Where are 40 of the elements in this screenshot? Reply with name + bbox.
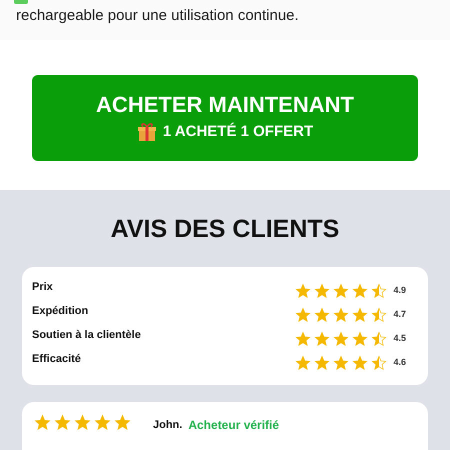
star-icon (352, 307, 368, 323)
half-star-icon (371, 355, 388, 371)
rating-score: 4.5 (393, 332, 406, 346)
star-icon (333, 331, 350, 347)
star-icon (295, 331, 312, 347)
rating-label: Prix (32, 280, 53, 295)
star-icon (295, 355, 312, 371)
star-icon (314, 355, 330, 371)
description-text: rechargeable pour une utilisation continue. (16, 6, 300, 26)
star-icon (114, 414, 131, 431)
rating-score: 4.9 (393, 284, 406, 298)
star-icon (295, 283, 312, 299)
buy-now-button[interactable]: ACHETER MAINTENANT 1 ACHETÉ 1 OFFERT (32, 74, 418, 160)
star-icon (295, 307, 312, 323)
half-star-icon (371, 331, 388, 347)
reviewer-name: John. (153, 418, 182, 433)
star-icon (333, 307, 350, 323)
star-icon (333, 283, 350, 299)
rating-score: 4.7 (393, 308, 406, 322)
star-icon (314, 283, 330, 299)
rating-score: 4.6 (393, 356, 406, 370)
star-icon (352, 283, 368, 299)
star-icon (314, 307, 330, 323)
rating-label: Soutien à la clientèle (32, 328, 141, 343)
section-title: AVIS DES CLIENTS (110, 214, 340, 245)
star-icon (352, 331, 368, 347)
star-icon (333, 355, 350, 371)
half-star-icon (371, 283, 388, 299)
star-icon (54, 414, 71, 431)
star-icon (34, 414, 51, 431)
offer-text: 1 ACHETÉ 1 OFFERT (162, 124, 314, 139)
star-icon (352, 355, 368, 371)
half-star-icon (371, 307, 388, 323)
star-icon (74, 414, 91, 431)
verified-buyer-label: Acheteur vérifié (188, 417, 280, 434)
star-icon (94, 414, 111, 431)
star-icon (314, 331, 330, 347)
rating-label: Efficacité (32, 352, 81, 367)
gift-icon (136, 122, 157, 142)
rating-label: Expédition (32, 304, 88, 319)
